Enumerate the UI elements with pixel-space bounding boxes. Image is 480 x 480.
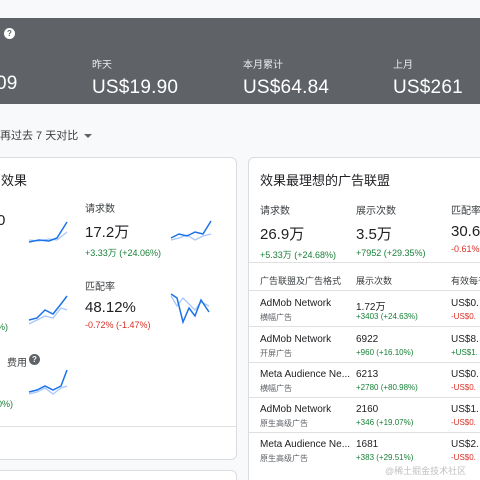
- match-rate-value: 30.6: [451, 223, 480, 240]
- impressions-delta-cell: +960 (+16.10%): [356, 348, 414, 357]
- metric-left-partial: 0: [0, 212, 6, 229]
- col-header-ecpm[interactable]: 有效每千: [451, 274, 480, 287]
- metric-match-rate: 匹配率 48.12% -0.72% (-1.47%): [85, 278, 151, 330]
- help-icon[interactable]: ?: [4, 28, 15, 39]
- impressions-delta-cell: +346 (+19.07%): [356, 418, 414, 427]
- network-name: AdMob Network: [260, 404, 332, 415]
- metric-match-rate: 匹配率 30.6 -0.61% (: [451, 202, 480, 254]
- requests-label: 请求数: [85, 204, 115, 215]
- performance-card: 效果 0 请求数 17.2万 +3.33万 (+24.06%) %) 匹配率 4…: [0, 157, 237, 460]
- ecpm-delta-cell: -US$0.: [451, 418, 476, 427]
- impressions-cell: 1.72万: [356, 302, 386, 313]
- ad-format: 原生高级广告: [260, 419, 308, 428]
- sparkline-earnings: [28, 221, 68, 243]
- sparkline-impressions: [28, 295, 68, 325]
- month-label: 本月累计: [243, 60, 283, 71]
- col-header-impressions[interactable]: 展示次数: [356, 274, 392, 287]
- today-earnings: 09: [0, 56, 18, 95]
- last-month-value: US$261: [393, 77, 463, 98]
- performance-card-title: 效果: [1, 173, 28, 188]
- ecpm-cell: US$0.: [451, 369, 479, 380]
- sparkline-compare: [28, 231, 68, 242]
- metric-left-delta-partial-2: 0%): [0, 399, 14, 409]
- match-rate-label: 匹配率: [451, 206, 480, 217]
- row-divider: [249, 432, 480, 433]
- ecpm-cell: US$2.: [451, 439, 479, 450]
- ad-format: 横幅广告: [260, 313, 292, 322]
- network-name: AdMob Network: [260, 334, 332, 345]
- ecpm-cell: US$1.: [451, 404, 479, 415]
- help-icon[interactable]: ?: [29, 354, 40, 365]
- metric-impressions: 展示次数 3.5万 +7952 (+29.35%): [356, 202, 426, 258]
- match-rate-delta: -0.61% (: [451, 244, 480, 254]
- impressions-cell: 2160: [356, 404, 379, 415]
- ad-format: 开屏广告: [260, 349, 292, 358]
- month-earnings: 本月累计 US$64.84: [243, 56, 329, 99]
- ecpm-delta-cell: +US$1.: [451, 348, 478, 357]
- row-divider: [249, 362, 480, 363]
- row-divider: [249, 397, 480, 398]
- sparkline-requests: [170, 220, 212, 241]
- impressions-value: 3.5万: [356, 226, 392, 243]
- sparkline-current: [170, 293, 210, 325]
- row-divider: [249, 326, 480, 327]
- match-rate-label: 匹配率: [85, 282, 115, 293]
- impressions-delta: +7952 (+29.35%): [356, 248, 426, 258]
- match-rate-value: 48.12%: [85, 299, 136, 316]
- card-divider: [0, 426, 236, 427]
- requests-delta: +5.33万 (+24.68%): [260, 250, 337, 260]
- sparkline-match-rate: [170, 293, 210, 325]
- requests-value: 17.2万: [85, 224, 130, 241]
- top-ad-networks-card: 效果最理想的广告联盟 请求数 26.9万 +5.33万 (+24.68%) 展示…: [248, 157, 480, 480]
- month-value: US$64.84: [243, 77, 330, 98]
- yesterday-value: US$19.90: [92, 77, 179, 98]
- ecpm-cell: US$0.: [451, 298, 479, 309]
- impressions-delta-cell: +2780 (+80.98%): [356, 383, 418, 392]
- yesterday-label: 昨天: [92, 60, 112, 71]
- requests-delta: +3.33万 (+24.06%): [85, 248, 162, 258]
- table-header-divider: [249, 290, 480, 291]
- today-earnings-value: 09: [0, 73, 18, 94]
- ecpm-cell: US$8.: [451, 334, 479, 345]
- impressions-cell: 6213: [356, 369, 379, 380]
- ecpm-delta-cell: -US$0.: [451, 453, 476, 462]
- ecpm-delta-cell: -US$0.: [451, 312, 476, 321]
- metric-requests: 请求数 17.2万 +3.33万 (+24.06%): [85, 200, 161, 259]
- last-month-label: 上月: [393, 60, 413, 71]
- impressions-delta-cell: +383 (+29.51%): [356, 453, 414, 462]
- sparkline-current: [28, 369, 68, 393]
- compare-period-dropdown[interactable]: 再过去 7 天对比: [0, 127, 93, 143]
- chevron-down-icon: [84, 134, 93, 139]
- sparkline-fees: [28, 369, 68, 395]
- match-rate-delta: -0.72% (-1.47%): [85, 320, 151, 330]
- impressions-cell: 6922: [356, 334, 379, 345]
- watermark: @稀土掘金技术社区: [385, 466, 467, 476]
- admob-dashboard: ? 09 昨天 US$19.90 本月累计 US$64.84 上月 US$261…: [0, 0, 480, 480]
- metric-left-delta-partial: %): [0, 322, 8, 332]
- last-month-earnings: 上月 US$261: [393, 56, 463, 99]
- top-ad-networks-title: 效果最理想的广告联盟: [260, 173, 391, 188]
- requests-label: 请求数: [260, 206, 290, 217]
- earnings-banner: ? 09 昨天 US$19.90 本月累计 US$64.84 上月 US$261: [0, 18, 480, 104]
- impressions-cell: 1681: [356, 439, 379, 450]
- network-name: AdMob Network: [260, 298, 332, 309]
- network-name: Meta Audience Ne...: [260, 369, 351, 380]
- metric-requests: 请求数 26.9万 +5.33万 (+24.68%): [260, 202, 336, 261]
- fee-label-partial: 费用: [7, 358, 27, 369]
- ecpm-delta-cell: -US$0.: [451, 383, 476, 392]
- network-name: Meta Audience Ne...: [260, 439, 351, 450]
- requests-value: 26.9万: [260, 226, 305, 243]
- header-divider: [249, 262, 480, 263]
- compare-period-label: 再过去 7 天对比: [0, 130, 79, 142]
- sparkline-compare: [28, 307, 68, 325]
- ad-format: 横幅广告: [260, 384, 292, 393]
- col-header-network[interactable]: 广告联盟及广告格式: [260, 274, 341, 287]
- impressions-label: 展示次数: [356, 206, 396, 217]
- ad-format: 原生高级广告: [260, 454, 308, 463]
- impressions-delta-cell: +3403 (+24.63%): [356, 312, 418, 321]
- yesterday-earnings: 昨天 US$19.90: [92, 56, 178, 99]
- next-card: [0, 470, 237, 480]
